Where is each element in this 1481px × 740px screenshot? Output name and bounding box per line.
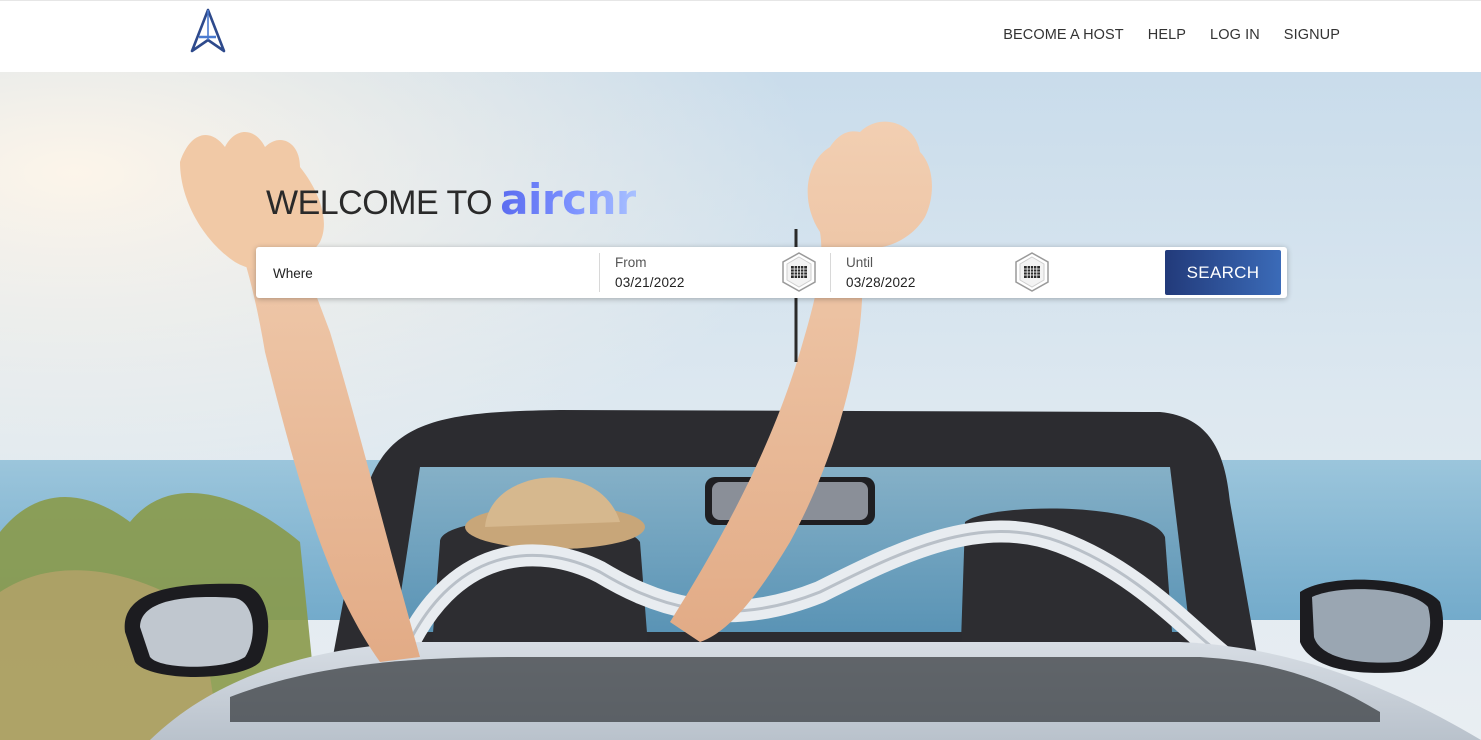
- top-nav-bar: BECOME A HOST HELP LOG IN SIGNUP: [0, 0, 1481, 72]
- brand-wordmark: aircnr: [500, 175, 637, 224]
- welcome-prefix-text: WELCOME TO: [266, 184, 493, 222]
- welcome-heading: WELCOME TO aircnr: [266, 175, 637, 224]
- search-divider: [830, 253, 831, 292]
- search-bar: From 03/21/2022 Until 03/28/2022 SEARCH: [256, 247, 1287, 298]
- where-input[interactable]: [273, 263, 593, 283]
- until-calendar-icon[interactable]: [1013, 251, 1051, 293]
- nav-login-link[interactable]: LOG IN: [1210, 27, 1260, 43]
- nav-signup-link[interactable]: SIGNUP: [1284, 27, 1340, 43]
- main-nav: BECOME A HOST HELP LOG IN SIGNUP: [1003, 27, 1340, 43]
- from-date-field[interactable]: 03/21/2022: [615, 275, 685, 290]
- until-label: Until: [846, 255, 874, 270]
- from-label: From: [615, 255, 647, 270]
- hero-background-image: [0, 72, 1481, 740]
- until-date-field[interactable]: 03/28/2022: [846, 275, 916, 290]
- nav-help-link[interactable]: HELP: [1148, 27, 1186, 43]
- from-calendar-icon[interactable]: [780, 251, 818, 293]
- hero-section: WELCOME TO aircnr From 03/21/2022 Until …: [0, 72, 1481, 740]
- nav-become-host-link[interactable]: BECOME A HOST: [1003, 27, 1124, 43]
- aircnr-logo-icon[interactable]: [188, 7, 228, 55]
- search-divider: [599, 253, 600, 292]
- search-button[interactable]: SEARCH: [1165, 250, 1281, 295]
